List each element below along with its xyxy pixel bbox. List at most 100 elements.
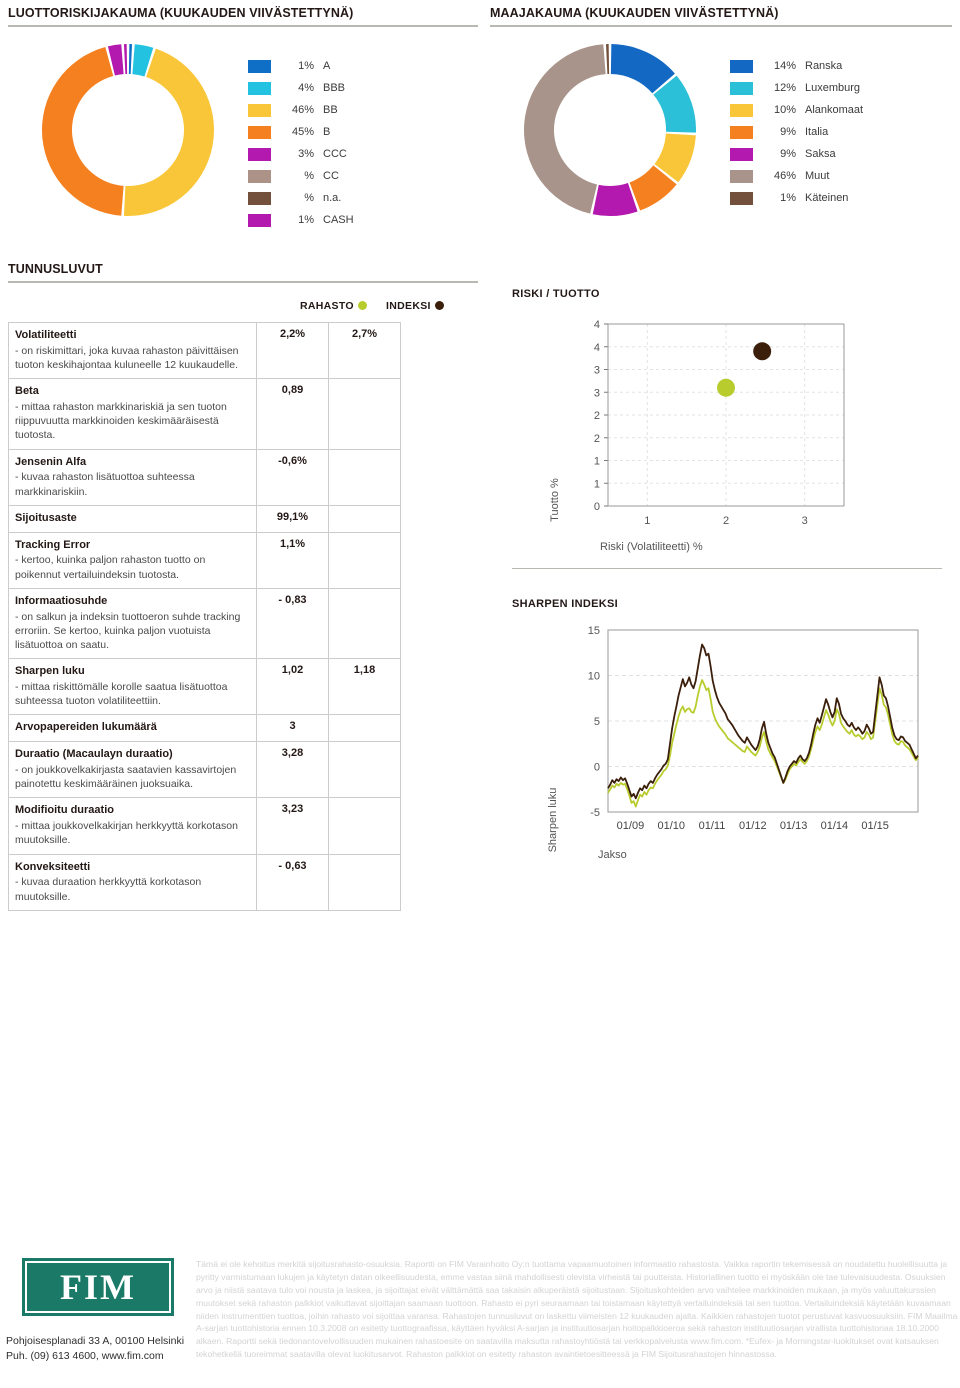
footer-disclaimer: Tämä ei ole kehoitus merkitä sijoitusrah… xyxy=(196,1259,958,1360)
sharpe-index-title: SHARPEN INDEKSI xyxy=(512,598,618,610)
kpi-fund-value: - 0,83 xyxy=(256,587,329,660)
kpi-title: TUNNUSLUVUT xyxy=(8,262,478,283)
kpi-row: Konveksiteetti - kuvaa duraation herkkyyt… xyxy=(8,853,401,911)
legend-item: % CC xyxy=(248,165,354,187)
y-axis-label: Sharpen luku xyxy=(547,788,559,853)
kpi-description-cell: Beta - mittaa rahaston markkinariskiä ja … xyxy=(8,378,257,450)
kpi-description: - mittaa rahaston markkinariskiä ja sen … xyxy=(15,401,227,442)
kpi-row: Sijoitusaste 99,1% xyxy=(8,504,401,533)
credit-risk-donut xyxy=(8,27,248,232)
legend-label: n.a. xyxy=(323,192,342,204)
kpi-index-value: 2,7% xyxy=(328,321,401,380)
kpi-description-cell: Konveksiteetti - kuvaa duraation herkkyyt… xyxy=(8,853,257,911)
y-tick-label: 4 xyxy=(594,319,600,331)
y-tick-label: 1 xyxy=(594,478,600,490)
legend-label: Luxemburg xyxy=(805,82,861,94)
kpi-name: Tracking Error xyxy=(15,538,91,551)
legend-swatch xyxy=(730,147,753,161)
legend-item: 14% Ranska xyxy=(730,55,863,77)
legend-percent: 45% xyxy=(291,126,314,138)
kpi-description: - kertoo, kuinka paljon rahaston tuotto … xyxy=(15,554,206,581)
footer-address: Pohjoisesplanadi 33 A, 00100 Helsinki Pu… xyxy=(6,1326,201,1364)
legend-item: 1% CASH xyxy=(248,209,354,231)
legend-swatch xyxy=(248,213,271,227)
x-axis-label: Riski (Volatiliteetti) % xyxy=(600,541,703,553)
country-legend: 14% Ranska 12% Luxemburg 10% Alankomaat 9% Ital… xyxy=(730,27,863,209)
kpi-name: Modifioitu duraatio xyxy=(15,804,114,817)
kpi-index-value xyxy=(328,378,401,450)
kpi-description-cell: Jensenin Alfa - kuvaa rahaston lisätuotto… xyxy=(8,448,257,506)
legend-percent: 12% xyxy=(773,82,796,94)
legend-item: 1% A xyxy=(248,55,354,77)
legend-label: CCC xyxy=(323,148,347,160)
credit-risk-title: LUOTTORISKIJAKAUMA (KUUKAUDEN VIIVÄSTETT… xyxy=(8,6,478,27)
kpi-row: Arvopapereiden lukumäärä 3 xyxy=(8,714,401,743)
kpi-fund-value: 0,89 xyxy=(256,378,329,450)
footer-address-line-1: Pohjoisesplanadi 33 A, 00100 Helsinki xyxy=(6,1335,185,1347)
country-allocation-title: MAAJAKAUMA (KUUKAUDEN VIIVÄSTETTYNÄ) xyxy=(490,6,952,27)
y-tick-label: 2 xyxy=(594,410,600,422)
kpi-row: Sharpen luku - mittaa riskittömälle korol… xyxy=(8,658,401,716)
credit-risk-donut-svg xyxy=(41,43,214,216)
legend-percent: 1% xyxy=(298,60,314,72)
kpi-col-fund-label: RAHASTO xyxy=(300,300,354,312)
legend-item: % n.a. xyxy=(248,187,354,209)
x-axis-label: Jakso xyxy=(598,849,627,861)
legend-label: Ranska xyxy=(805,60,843,72)
legend-percent: % xyxy=(304,170,314,182)
kpi-name: Arvopapereiden lukumäärä xyxy=(15,721,157,734)
kpi-column-headers: RAHASTO INDEKSI xyxy=(300,300,500,312)
legend-label: Saksa xyxy=(805,148,836,160)
legend-swatch xyxy=(248,169,271,183)
kpi-table: Volatiliteetti - on riskimittari, joka ku… xyxy=(8,321,401,911)
x-tick-label: 01/11 xyxy=(699,820,726,832)
country-donut-svg xyxy=(523,43,696,216)
kpi-name: Sijoitusaste xyxy=(15,511,77,524)
country-donut xyxy=(490,27,730,232)
kpi-row: Duraatio (Macaulayn duraatio) - on joukko… xyxy=(8,741,401,799)
country-chart-row: 14% Ranska 12% Luxemburg 10% Alankomaat 9% Ital… xyxy=(490,27,952,232)
x-tick-label: 01/14 xyxy=(821,820,849,832)
fim-logo: FIM xyxy=(22,1258,174,1316)
y-tick-label: 1 xyxy=(594,456,600,468)
kpi-index-value xyxy=(328,797,401,855)
legend-swatch xyxy=(730,191,753,205)
kpi-row: Volatiliteetti - on riskimittari, joka ku… xyxy=(8,321,401,380)
x-tick-label: 01/13 xyxy=(780,820,808,832)
legend-swatch xyxy=(248,125,271,139)
legend-percent: 9% xyxy=(780,148,796,160)
credit-risk-legend: 1% A 4% BBB 46% BB 45% B 3% CCC% CC% n.a. 1% CASH xyxy=(248,27,354,231)
legend-percent: 3% xyxy=(298,148,314,160)
footer: FIM Pohjoisesplanadi 33 A, 00100 Helsink… xyxy=(0,1236,960,1388)
legend-label: BB xyxy=(323,104,338,116)
kpi-fund-value: -0,6% xyxy=(256,448,329,506)
index-color-dot xyxy=(434,301,444,310)
risk-return-title: RISKI / TUOTTO xyxy=(512,288,600,300)
kpi-fund-value: - 0,63 xyxy=(256,853,329,911)
risk-return-panel: RISKI / TUOTTO 0 1 1 2 2 3 3 4 4 1 2 3 Tuotto % Riski… xyxy=(512,288,952,569)
legend-item: 45% B xyxy=(248,121,354,143)
kpi-fund-value: 3,23 xyxy=(256,797,329,855)
kpi-fund-value: 99,1% xyxy=(256,504,329,533)
kpi-description: - on joukkovelkakirjasta saatavien kassa… xyxy=(15,764,237,791)
scatter-point xyxy=(753,342,772,361)
legend-percent: 9% xyxy=(780,126,796,138)
y-axis-label: Tuotto % xyxy=(549,478,561,522)
kpi-index-value xyxy=(328,853,401,911)
kpi-description: - mittaa joukkovelkakirjan herkkyyttä ko… xyxy=(15,820,238,847)
kpi-description-cell: Arvopapereiden lukumäärä xyxy=(8,714,257,743)
kpi-fund-value: 2,2% xyxy=(256,321,329,380)
legend-percent: 1% xyxy=(780,192,796,204)
kpi-fund-value: 1,02 xyxy=(256,658,329,716)
x-tick-label: 2 xyxy=(723,515,729,527)
x-tick-label: 1 xyxy=(644,515,650,527)
kpi-fund-value: 3,28 xyxy=(256,741,329,799)
legend-label: CC xyxy=(323,170,339,182)
y-tick-label: 2 xyxy=(594,433,600,445)
kpi-row: Jensenin Alfa - kuvaa rahaston lisätuotto… xyxy=(8,448,401,506)
fim-logo-text: FIM xyxy=(60,1267,136,1307)
legend-swatch xyxy=(248,103,271,117)
kpi-name: Sharpen luku xyxy=(15,665,85,678)
x-tick-label: 01/15 xyxy=(861,820,889,832)
kpi-table-wrap: Volatiliteetti - on riskimittari, joka ku… xyxy=(8,321,401,911)
